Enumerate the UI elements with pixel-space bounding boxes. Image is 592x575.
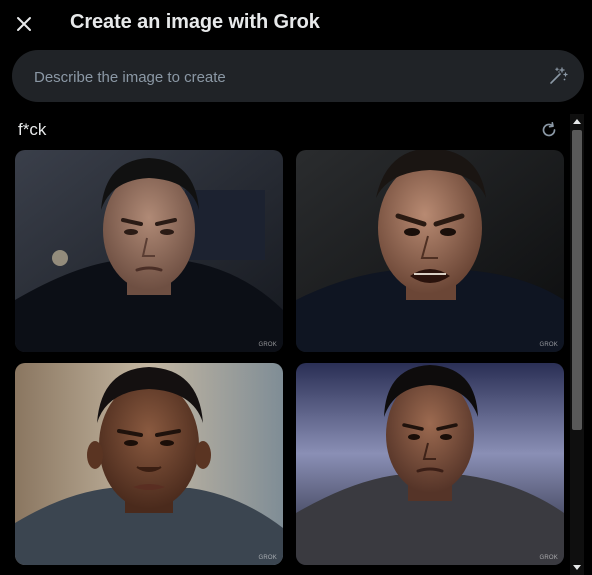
regenerate-button[interactable] — [538, 119, 560, 141]
image-grid: GROK GROK GROK GROK — [15, 150, 565, 575]
prompt-box — [12, 50, 584, 104]
generate-button[interactable] — [546, 64, 570, 88]
chevron-down-icon — [573, 565, 581, 570]
dialog-header: Create an image with Grok — [0, 0, 592, 48]
scrollbar-thumb[interactable] — [572, 130, 582, 430]
chevron-up-icon — [573, 119, 581, 124]
generated-image-3[interactable]: GROK — [15, 363, 283, 565]
result-prompt-label: f*ck — [18, 120, 47, 139]
grok-watermark: GROK — [258, 555, 277, 561]
prompt-input[interactable] — [32, 50, 536, 104]
portrait-image — [296, 363, 564, 565]
portrait-image — [15, 150, 283, 352]
magic-wand-icon — [550, 67, 568, 84]
portrait-image — [296, 150, 564, 352]
grok-watermark: GROK — [258, 342, 277, 348]
dialog-title: Create an image with Grok — [70, 11, 320, 33]
grok-watermark: GROK — [539, 342, 558, 348]
close-icon — [17, 17, 31, 31]
scroll-up-button[interactable] — [570, 114, 584, 128]
generated-image-4[interactable]: GROK — [296, 363, 564, 565]
scroll-down-button[interactable] — [570, 561, 584, 575]
close-button[interactable] — [6, 6, 42, 42]
grok-watermark: GROK — [539, 555, 558, 561]
generated-image-2[interactable]: GROK — [296, 150, 564, 352]
generated-image-1[interactable]: GROK — [15, 150, 283, 352]
grok-image-dialog: Create an image with Grok f*ck — [0, 0, 592, 575]
portrait-image — [15, 363, 283, 565]
refresh-icon — [542, 121, 556, 137]
scrollbar[interactable] — [568, 114, 584, 575]
